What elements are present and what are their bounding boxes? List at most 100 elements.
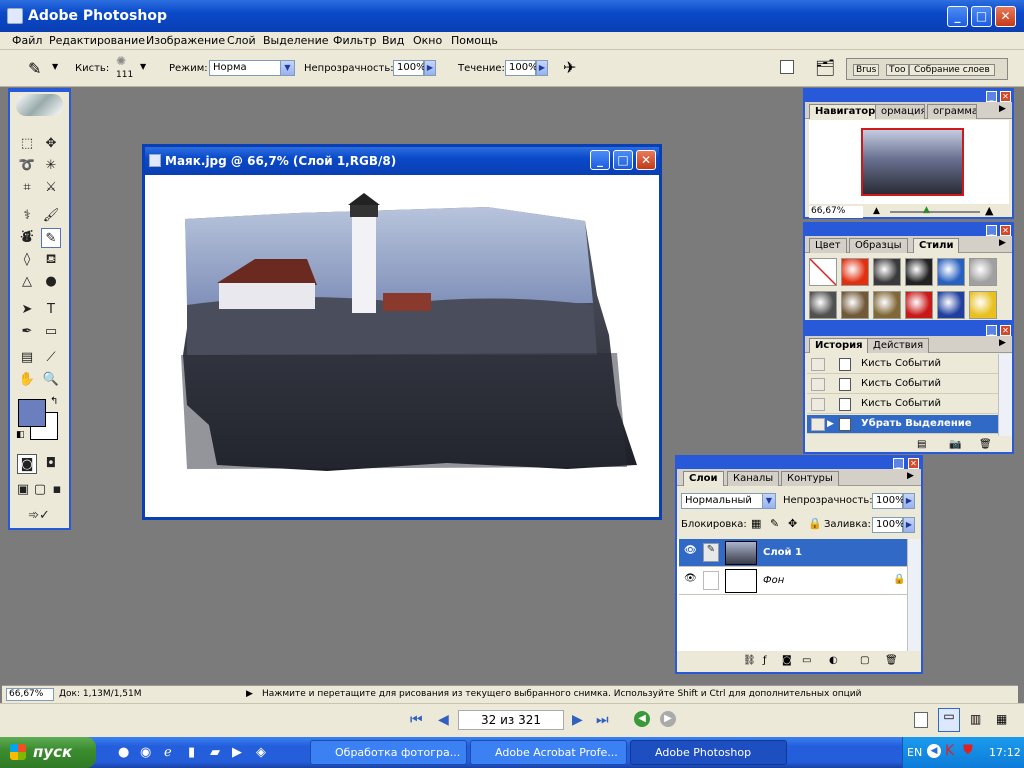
continuous-view-icon[interactable]: ▭ (938, 708, 960, 732)
quicklaunch-icon[interactable]: ▮ (188, 745, 195, 760)
tab-swatches[interactable]: Образцы (849, 238, 908, 253)
menu-help[interactable]: Помощь (451, 34, 498, 47)
media-player-icon[interactable]: ▶ (232, 745, 242, 760)
zoom-slider[interactable] (890, 211, 980, 213)
tab-styles[interactable]: Стили (913, 238, 960, 253)
tab-actions[interactable]: Действия (867, 338, 930, 353)
lock-image-icon[interactable]: ✎ (770, 517, 779, 530)
file-browser-icon[interactable]: 🗂 (815, 58, 835, 77)
style-swatch[interactable] (937, 258, 965, 286)
path-selection-tool-icon[interactable]: ➤ (17, 300, 37, 320)
history-minimize-button[interactable]: _ (986, 325, 997, 336)
task-word-document[interactable]: Обработка фотогра... (310, 740, 467, 765)
go-forward-icon[interactable]: ▶ (660, 711, 676, 727)
history-source-checkbox[interactable] (811, 378, 825, 391)
menu-layer[interactable]: Слой (227, 34, 256, 47)
minimize-button[interactable]: _ (947, 6, 968, 27)
move-tool-icon[interactable]: ✥ (41, 134, 61, 154)
tab-color[interactable]: Цвет (809, 238, 847, 253)
brush-link-icon[interactable]: ✎ (703, 543, 719, 562)
healing-brush-tool-icon[interactable]: ⚕ (17, 206, 37, 226)
flow-input[interactable]: 100% (505, 60, 538, 76)
task-photoshop[interactable]: Adobe Photoshop (630, 740, 787, 765)
default-colors-icon[interactable]: ◧ (16, 430, 25, 440)
language-indicator[interactable]: EN (907, 746, 922, 759)
brush-tool-icon[interactable]: 🖌 (41, 206, 61, 226)
history-source-checkbox[interactable] (811, 358, 825, 371)
layers-minimize-button[interactable]: _ (893, 458, 904, 469)
history-scrollbar[interactable] (998, 354, 1012, 436)
lock-transparent-icon[interactable]: ▦ (751, 517, 761, 530)
close-button[interactable]: ✕ (995, 6, 1016, 27)
well-tab-brushes[interactable]: Brus (853, 64, 880, 76)
facing-view-icon[interactable]: ▥ (970, 712, 981, 726)
history-state-slider-icon[interactable]: ▶ (827, 419, 834, 429)
history-item[interactable]: Кисть Событий (807, 395, 999, 414)
screen-mode-menubar-icon[interactable]: ▢ (32, 480, 48, 500)
eye-icon[interactable]: 👁 (684, 573, 697, 584)
airbrush-icon[interactable]: ✈ (563, 58, 576, 77)
palette-options-icon[interactable] (780, 60, 794, 74)
clone-stamp-tool-icon[interactable]: ⛇ (17, 228, 37, 248)
security-shield-icon[interactable]: ⛊ (963, 743, 973, 758)
folder-icon[interactable]: ▰ (210, 745, 220, 760)
paint-bucket-tool-icon[interactable]: ⛾ (41, 250, 61, 270)
well-tab-tools[interactable]: Тоо (886, 64, 909, 76)
link-layers-icon[interactable]: ⛓ (743, 655, 756, 666)
blur-tool-icon[interactable]: △ (17, 272, 37, 292)
layer-link-box[interactable] (703, 571, 719, 590)
internet-explorer-icon[interactable]: ℯ (164, 745, 172, 760)
lock-position-icon[interactable]: ✥ (788, 517, 797, 530)
jump-to-imageready-icon[interactable]: ➾✓ (17, 506, 61, 526)
brush-preview-icon[interactable]: ✺ (116, 54, 126, 68)
image-canvas[interactable] (147, 175, 657, 517)
new-adjustment-layer-icon[interactable]: ◐ (829, 655, 838, 666)
layer-opacity-input[interactable]: 100% (872, 493, 905, 509)
zoom-slider-thumb-icon[interactable]: ▲ (923, 205, 930, 215)
doc-minimize-button[interactable]: _ (590, 150, 610, 170)
screen-mode-standard-icon[interactable]: ▣ (15, 480, 31, 500)
style-swatch[interactable] (873, 291, 901, 319)
styles-menu-arrow-icon[interactable]: ▶ (999, 238, 1006, 248)
blend-mode-select[interactable]: Нормальный (681, 493, 763, 509)
history-item[interactable]: Кисть Событий (807, 375, 999, 394)
style-swatch[interactable] (937, 291, 965, 319)
first-page-icon[interactable]: ⏮ (410, 712, 423, 728)
mode-dropdown-icon[interactable]: ▼ (280, 60, 295, 76)
tab-histogram[interactable]: ограмма (927, 104, 977, 119)
menu-window[interactable]: Окно (413, 34, 442, 47)
navigator-menu-arrow-icon[interactable]: ▶ (999, 104, 1006, 114)
style-swatch[interactable] (905, 258, 933, 286)
marquee-tool-icon[interactable]: ⬚ (17, 134, 37, 154)
brush-dropdown-arrow-icon[interactable]: ▼ (140, 62, 146, 71)
styles-close-button[interactable]: ✕ (1000, 225, 1011, 236)
standard-mode-icon[interactable]: ◙ (17, 454, 37, 474)
doc-maximize-button[interactable]: □ (613, 150, 633, 170)
history-item[interactable]: Кисть Событий (807, 355, 999, 374)
history-source-checkbox[interactable] (811, 398, 825, 411)
history-source-checkbox[interactable] (811, 418, 825, 431)
previous-page-icon[interactable]: ◀ (438, 712, 449, 728)
maximize-button[interactable]: □ (971, 6, 992, 27)
shape-tool-icon[interactable]: ▭ (41, 322, 61, 342)
new-layer-icon[interactable]: ▢ (860, 655, 869, 666)
navigator-minimize-button[interactable]: _ (986, 91, 997, 102)
screen-mode-full-icon[interactable]: ▪ (49, 480, 65, 500)
add-layer-style-icon[interactable]: ƒ (763, 655, 767, 666)
pen-tool-icon[interactable]: ✒ (17, 322, 37, 342)
layers-close-button[interactable]: ✕ (908, 458, 919, 469)
tab-navigator[interactable]: Навигатор (809, 104, 882, 119)
blend-mode-dropdown-icon[interactable]: ▼ (762, 493, 776, 509)
fill-input[interactable]: 100% (872, 517, 905, 533)
last-page-icon[interactable]: ⏭ (596, 712, 609, 728)
add-layer-mask-icon[interactable]: ◙ (782, 655, 792, 666)
lasso-tool-icon[interactable]: ➰ (17, 156, 37, 176)
navigator-preview[interactable] (809, 120, 1009, 204)
swap-colors-icon[interactable]: ↰ (50, 396, 58, 407)
dodge-tool-icon[interactable]: ● (41, 272, 61, 292)
menu-select[interactable]: Выделение (263, 34, 329, 47)
tab-info[interactable]: ормация (875, 104, 925, 119)
style-swatch[interactable] (905, 291, 933, 319)
history-menu-arrow-icon[interactable]: ▶ (999, 338, 1006, 348)
layer-opacity-slider-icon[interactable]: ▶ (903, 493, 915, 509)
